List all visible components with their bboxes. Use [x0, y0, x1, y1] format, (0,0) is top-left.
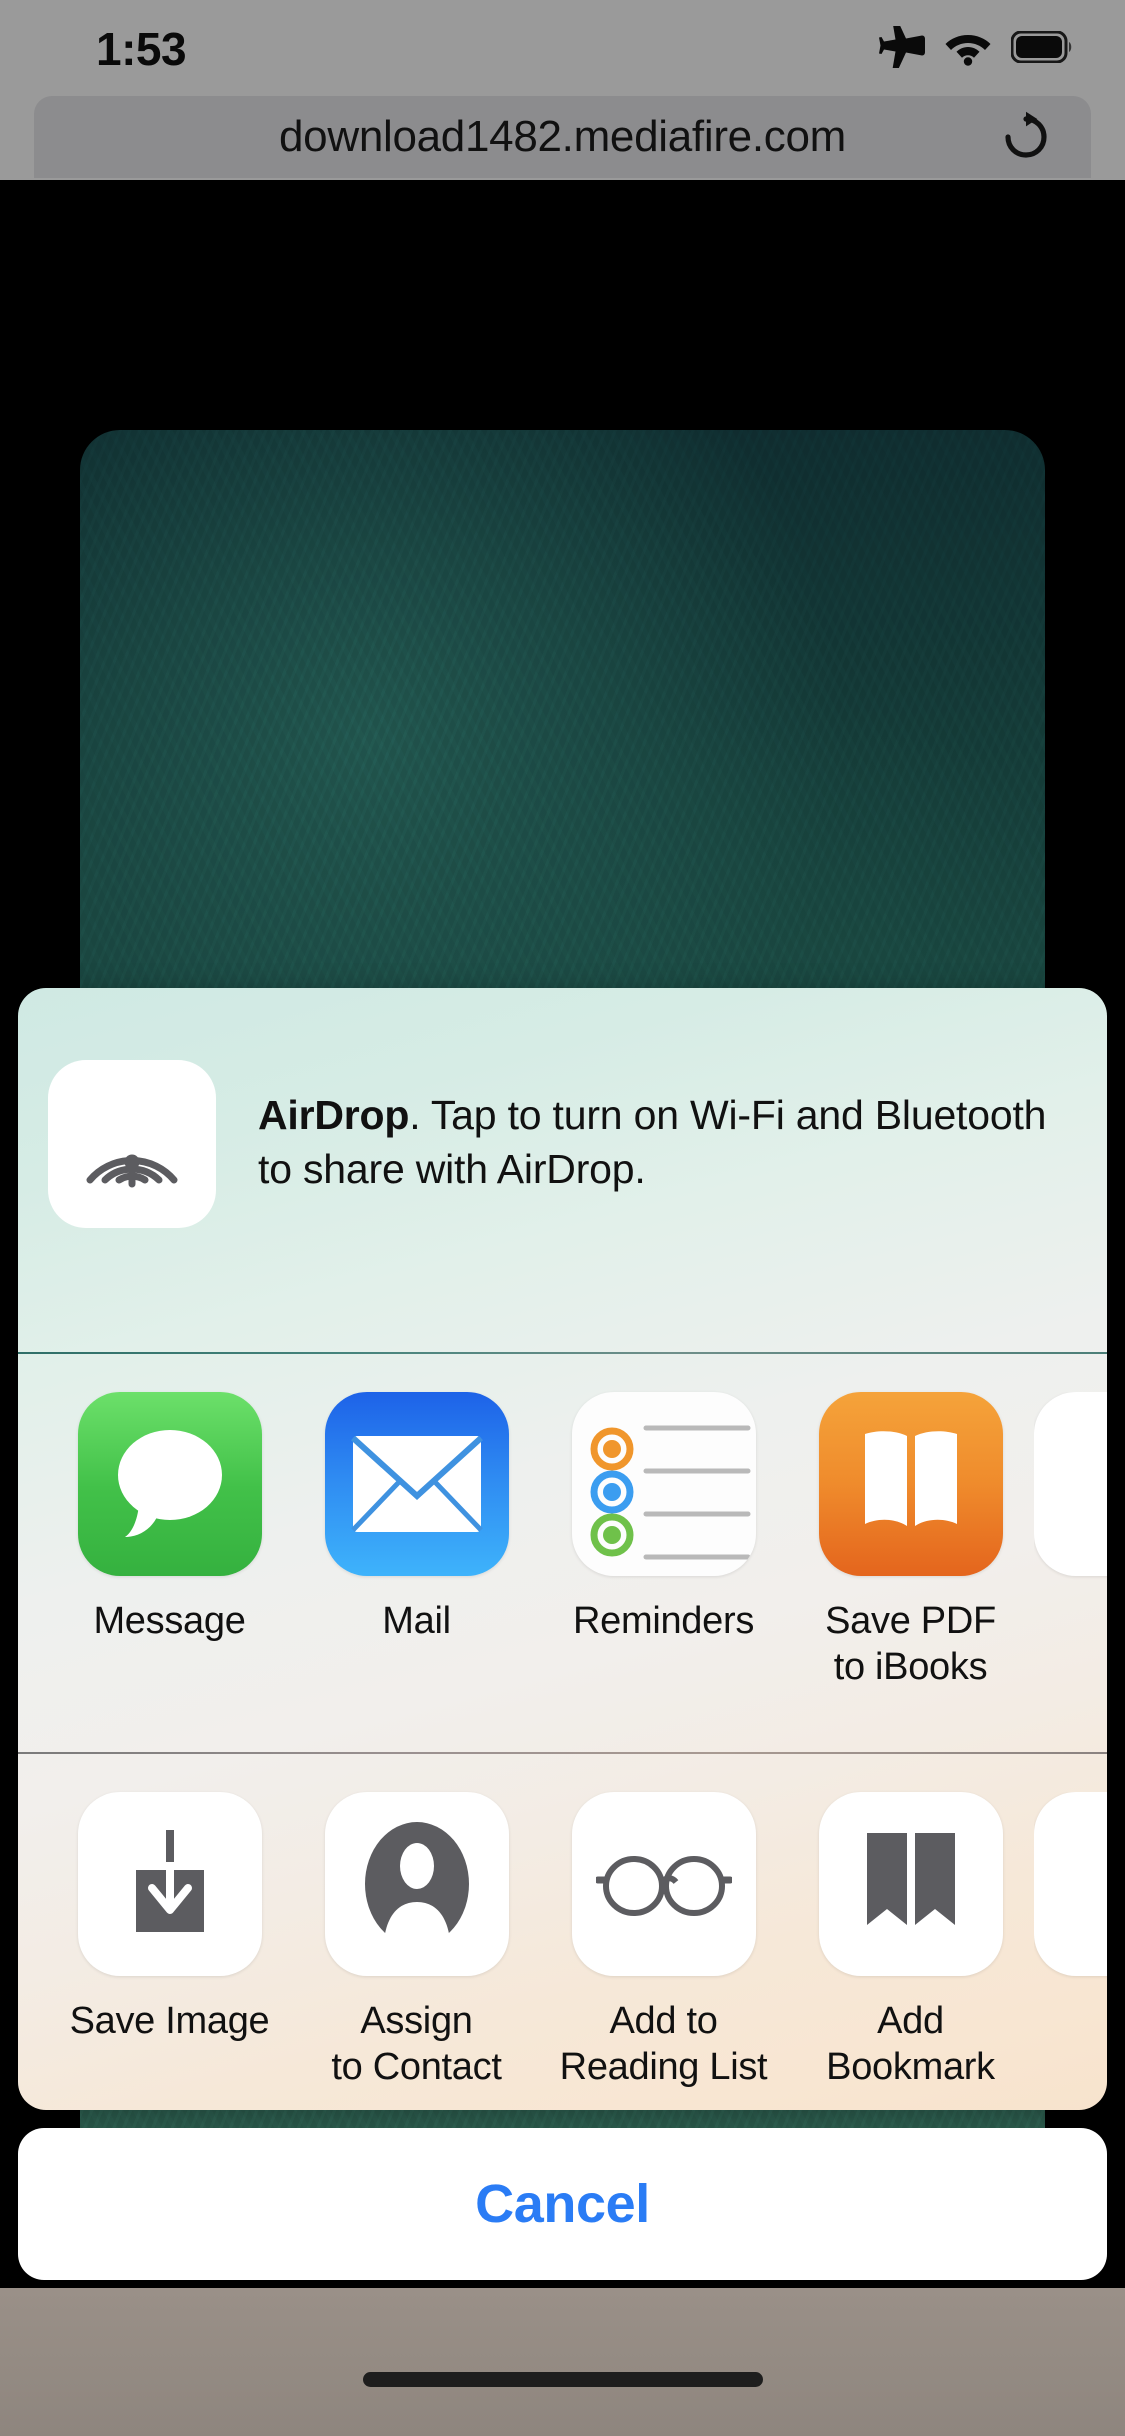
share-action-add-bookmark[interactable]: Add Bookmark	[787, 1792, 1034, 2091]
airdrop-title: AirDrop	[258, 1092, 410, 1138]
url-address-bar[interactable]: download1482.mediafire.com	[34, 96, 1091, 178]
url-text: download1482.mediafire.com	[279, 112, 846, 161]
mail-app-icon[interactable]	[324, 1392, 509, 1576]
airdrop-row[interactable]: AirDrop. Tap to turn on Wi-Fi and Blueto…	[18, 988, 1107, 1353]
share-action-save-image[interactable]: Save Image	[46, 1792, 293, 2044]
wifi-icon	[945, 35, 991, 66]
share-action-label: Save Image	[69, 2000, 270, 2042]
bottom-safe-area	[0, 2288, 1125, 2436]
share-app-label: Reminders	[572, 1600, 755, 1642]
eyeglasses-glyph	[595, 1856, 732, 1916]
share-action-assign-to-contact[interactable]: Assign to Contact	[293, 1792, 540, 2091]
battery-icon	[1011, 31, 1072, 63]
speech-bubble-glyph	[117, 1430, 222, 1537]
status-bar-time: 1:53	[96, 23, 187, 75]
save-image-icon[interactable]	[77, 1792, 262, 1976]
airdrop-title-period: .	[409, 1092, 421, 1138]
share-action-label: Add Bookmark	[826, 2000, 995, 2089]
envelope-glyph	[350, 1435, 483, 1532]
share-app-label: Message	[93, 1600, 246, 1642]
open-book-glyph	[864, 1431, 957, 1526]
share-app-save-pdf-ibooks[interactable]: Save PDF to iBooks	[787, 1392, 1034, 1691]
status-bar-indicators	[879, 26, 1073, 68]
more-actions-icon[interactable]	[1034, 1792, 1107, 1976]
bookmark-book-glyph	[866, 1833, 955, 1925]
open-book-icon[interactable]	[818, 1792, 1003, 1976]
reminders-list-glyph	[590, 1425, 750, 1560]
airdrop-icon[interactable]	[48, 1060, 216, 1228]
share-action-add-to-reading-list[interactable]: Add to Reading List	[540, 1792, 787, 2091]
share-app-label: Mail	[382, 1600, 451, 1642]
reminders-app-icon[interactable]	[571, 1392, 756, 1576]
share-action-more[interactable]	[1034, 1792, 1107, 1998]
cancel-button[interactable]: Cancel	[18, 2128, 1107, 2280]
message-app-icon[interactable]	[77, 1392, 262, 1576]
share-action-label: Assign to Contact	[331, 2000, 502, 2089]
person-portrait-glyph	[364, 1822, 469, 1946]
share-action-label: Add to Reading List	[559, 2000, 768, 2089]
share-app-message[interactable]: Message	[46, 1392, 293, 1644]
share-app-mail[interactable]: Mail	[293, 1392, 540, 1644]
share-sheet: AirDrop. Tap to turn on Wi-Fi and Blueto…	[18, 988, 1107, 2110]
share-app-label: Save PDF to iBooks	[825, 1600, 996, 1689]
share-app-more[interactable]	[1034, 1392, 1107, 1598]
status-bar: 1:53	[0, 0, 1125, 88]
airplane-mode-icon	[879, 26, 925, 68]
download-tray-glyph	[135, 1830, 204, 1932]
cancel-button-label: Cancel	[475, 2174, 650, 2234]
home-indicator[interactable]	[362, 2372, 763, 2387]
share-actions-row[interactable]: Save Image Assign to Contact Add to Read…	[18, 1754, 1107, 2110]
share-app-reminders[interactable]: Reminders	[540, 1392, 787, 1644]
contact-person-icon[interactable]	[324, 1792, 509, 1976]
airdrop-glyph	[86, 1154, 178, 1188]
ibooks-app-icon[interactable]	[818, 1392, 1003, 1576]
glasses-icon[interactable]	[571, 1792, 756, 1976]
reload-icon[interactable]	[999, 110, 1053, 164]
browser-chrome: 1:53 download1482.mediafire.com	[0, 0, 1125, 180]
share-apps-row[interactable]: Message Mail Reminders Save PDF to iBook…	[18, 1354, 1107, 1754]
more-apps-icon[interactable]	[1034, 1392, 1107, 1576]
airdrop-description: AirDrop. Tap to turn on Wi-Fi and Blueto…	[258, 1088, 1048, 1196]
